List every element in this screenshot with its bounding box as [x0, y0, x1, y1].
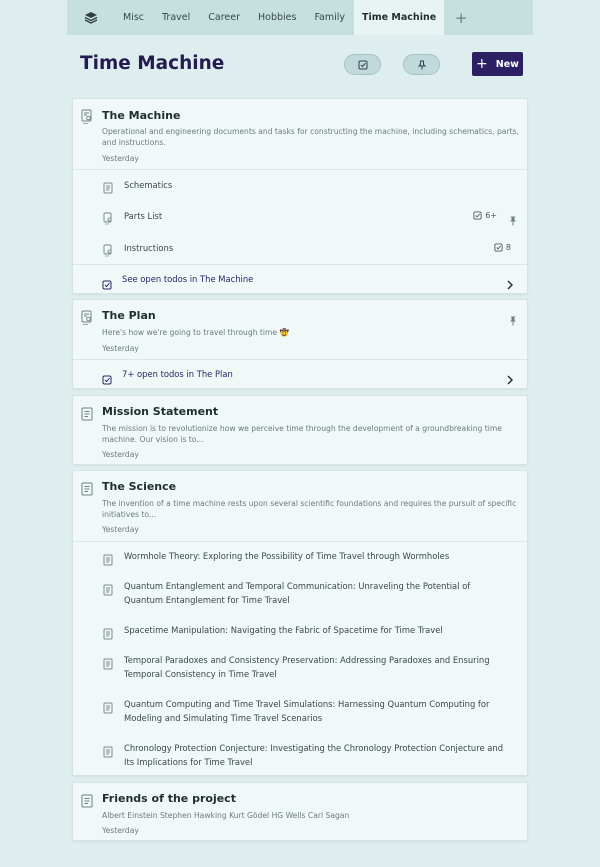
- document-icon: [103, 655, 113, 674]
- card-date: Yesterday: [102, 525, 139, 534]
- todo-count: 6+: [485, 211, 497, 220]
- document-icon: [103, 699, 113, 718]
- new-button-label: New: [495, 58, 519, 70]
- card-title[interactable]: Friends of the project: [102, 792, 236, 805]
- child-doc-row[interactable]: Parts List 6+: [73, 209, 527, 226]
- todo-count-badge: 8: [494, 243, 511, 252]
- open-todos-label: See open todos in The Machine: [122, 274, 254, 284]
- doc-search-icon: [81, 310, 93, 330]
- divider: [73, 359, 527, 360]
- document-icon: [103, 743, 113, 762]
- child-doc-label: Parts List: [124, 211, 163, 221]
- todo-count: 8: [505, 243, 511, 252]
- card-date: Yesterday: [102, 826, 139, 835]
- doc-card-the-plan[interactable]: The Plan Here's how we're going to trave…: [72, 299, 528, 389]
- card-title[interactable]: The Science: [102, 480, 176, 493]
- doc-card-friends-of-the-project[interactable]: Friends of the project Albert Einstein S…: [72, 782, 528, 841]
- checkbox-icon: [494, 243, 503, 252]
- tab-family[interactable]: Family: [305, 0, 354, 35]
- tab-hobbies[interactable]: Hobbies: [249, 0, 305, 35]
- divider: [73, 264, 527, 265]
- child-doc-label: Schematics: [124, 180, 173, 190]
- checkbox-icon: [102, 370, 112, 389]
- child-doc-label: Temporal Paradoxes and Consistency Prese…: [124, 655, 490, 679]
- open-todos-label: 7+ open todos in The Plan: [122, 369, 233, 379]
- tab-bar: Misc Travel Career Hobbies Family Time M…: [67, 0, 533, 35]
- doc-search-icon: [103, 210, 113, 229]
- divider: [73, 169, 527, 170]
- tab-travel[interactable]: Travel: [153, 0, 199, 35]
- card-description: The mission is to revolutionize how we p…: [102, 424, 502, 444]
- card-title[interactable]: Mission Statement: [102, 405, 218, 418]
- plus-icon: +: [476, 56, 488, 72]
- doc-card-mission-statement[interactable]: Mission Statement The mission is to revo…: [72, 395, 528, 465]
- child-doc-label: Quantum Computing and Time Travel Simula…: [124, 699, 490, 723]
- card-description: Operational and engineering documents an…: [102, 127, 519, 147]
- open-todos-link[interactable]: See open todos in The Machine: [73, 274, 527, 290]
- chevron-right-icon: [507, 275, 513, 294]
- pin-icon[interactable]: [509, 211, 517, 230]
- document-icon: [81, 481, 93, 500]
- child-doc-label: Wormhole Theory: Exploring the Possibili…: [124, 551, 450, 561]
- checkbox-icon: [102, 275, 112, 294]
- child-doc-label: Quantum Entanglement and Temporal Commun…: [124, 581, 471, 605]
- checkbox-icon: [358, 55, 368, 74]
- tab-career[interactable]: Career: [199, 0, 249, 35]
- child-doc-label: Spacetime Manipulation: Navigating the F…: [124, 625, 443, 635]
- card-date: Yesterday: [102, 154, 139, 163]
- document-icon: [81, 406, 93, 425]
- layers-icon[interactable]: [67, 0, 114, 35]
- todo-count-badge: 6+: [473, 211, 497, 220]
- tab-misc[interactable]: Misc: [114, 0, 153, 35]
- new-button[interactable]: + New: [472, 52, 523, 76]
- doc-card-the-science[interactable]: The Science The invention of a time mach…: [72, 470, 528, 776]
- child-doc-label: Chronology Protection Conjecture: Invest…: [124, 743, 504, 767]
- pin-icon: [417, 55, 427, 74]
- child-doc-row[interactable]: Schematics: [73, 178, 527, 194]
- card-date: Yesterday: [102, 450, 139, 459]
- checkbox-icon: [473, 211, 482, 220]
- open-todos-link[interactable]: 7+ open todos in The Plan: [73, 369, 527, 385]
- document-icon: [103, 179, 113, 198]
- card-description: Albert Einstein Stephen Hawking Kurt Göd…: [102, 811, 350, 820]
- divider: [73, 541, 527, 542]
- document-icon: [103, 551, 113, 570]
- document-icon: [103, 625, 113, 644]
- chevron-right-icon: [507, 370, 513, 389]
- todo-filter-toggle[interactable]: [344, 54, 381, 75]
- document-icon: [81, 793, 93, 812]
- pin-filter-toggle[interactable]: [403, 54, 440, 75]
- tab-time-machine[interactable]: Time Machine: [354, 0, 445, 35]
- doc-search-icon: [103, 242, 113, 261]
- card-title[interactable]: The Machine: [102, 109, 180, 122]
- card-description: The invention of a time machine rests up…: [102, 499, 517, 519]
- document-icon: [103, 581, 113, 600]
- child-doc-row[interactable]: Instructions 8: [73, 241, 527, 257]
- child-doc-label: Instructions: [124, 243, 174, 253]
- card-description: Here's how we're going to travel through…: [102, 328, 289, 337]
- page-title: Time Machine: [80, 53, 225, 74]
- card-date: Yesterday: [102, 344, 139, 353]
- doc-card-the-machine[interactable]: The Machine Operational and engineering …: [72, 98, 528, 294]
- doc-search-icon: [81, 109, 93, 129]
- card-title[interactable]: The Plan: [102, 309, 156, 322]
- add-tab-icon[interactable]: +: [444, 0, 478, 35]
